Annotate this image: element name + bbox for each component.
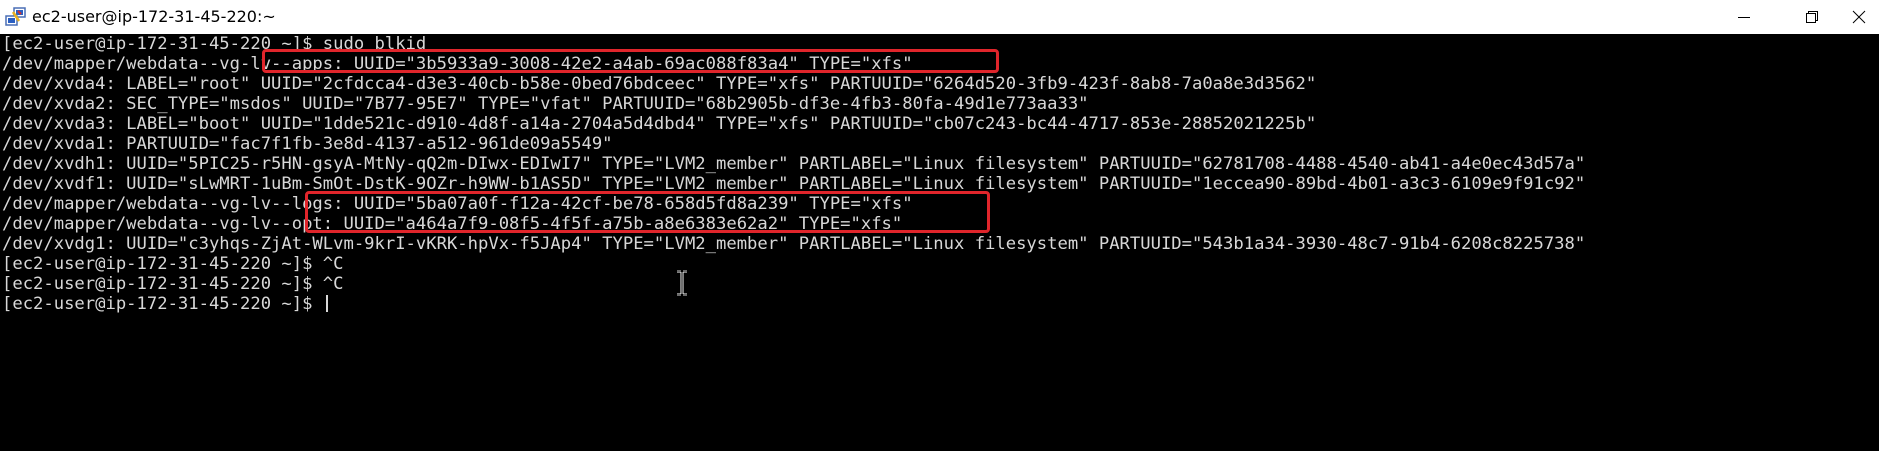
terminal-line: /dev/xvdh1: UUID="5PIC25-r5HN-gsyA-MtNy-… (2, 154, 1586, 174)
annotation-box-apps (262, 49, 999, 73)
title-bar[interactable]: ec2-user@ip-172-31-45-220:~ (0, 0, 1879, 34)
terminal-window: ec2-user@ip-172-31-45-220:~ [ec2-user@ip… (0, 0, 1879, 451)
terminal-line: /dev/xvda1: PARTUUID="fac7f1fb-3e8d-4137… (2, 134, 613, 154)
terminal-prompt-line[interactable]: [ec2-user@ip-172-31-45-220 ~]$ (2, 294, 328, 314)
terminal-line: /dev/xvda4: LABEL="root" UUID="2cfdcca4-… (2, 74, 1317, 94)
terminal-prompt: [ec2-user@ip-172-31-45-220 ~]$ (2, 294, 323, 314)
window-title: ec2-user@ip-172-31-45-220:~ (32, 7, 276, 26)
close-icon[interactable] (1838, 0, 1879, 34)
terminal-line: [ec2-user@ip-172-31-45-220 ~]$ ^C (2, 274, 344, 294)
terminal-line: /dev/xvda3: LABEL="boot" UUID="1dde521c-… (2, 114, 1317, 134)
annotation-box-logs-opt (305, 191, 990, 233)
text-cursor (325, 295, 328, 312)
terminal-line: /dev/xvda2: SEC_TYPE="msdos" UUID="7B77-… (2, 94, 1089, 114)
maximize-icon[interactable] (1782, 0, 1842, 34)
terminal-line: [ec2-user@ip-172-31-45-220 ~]$ ^C (2, 254, 344, 274)
putty-icon (5, 7, 27, 27)
minimize-icon[interactable] (1714, 0, 1774, 34)
mouse-ibeam-icon (676, 269, 688, 297)
terminal-line: /dev/xvdg1: UUID="c3yhqs-ZjAt-WLvm-9krI-… (2, 234, 1586, 254)
terminal-output[interactable]: [ec2-user@ip-172-31-45-220 ~]$ sudo blki… (0, 34, 1879, 451)
